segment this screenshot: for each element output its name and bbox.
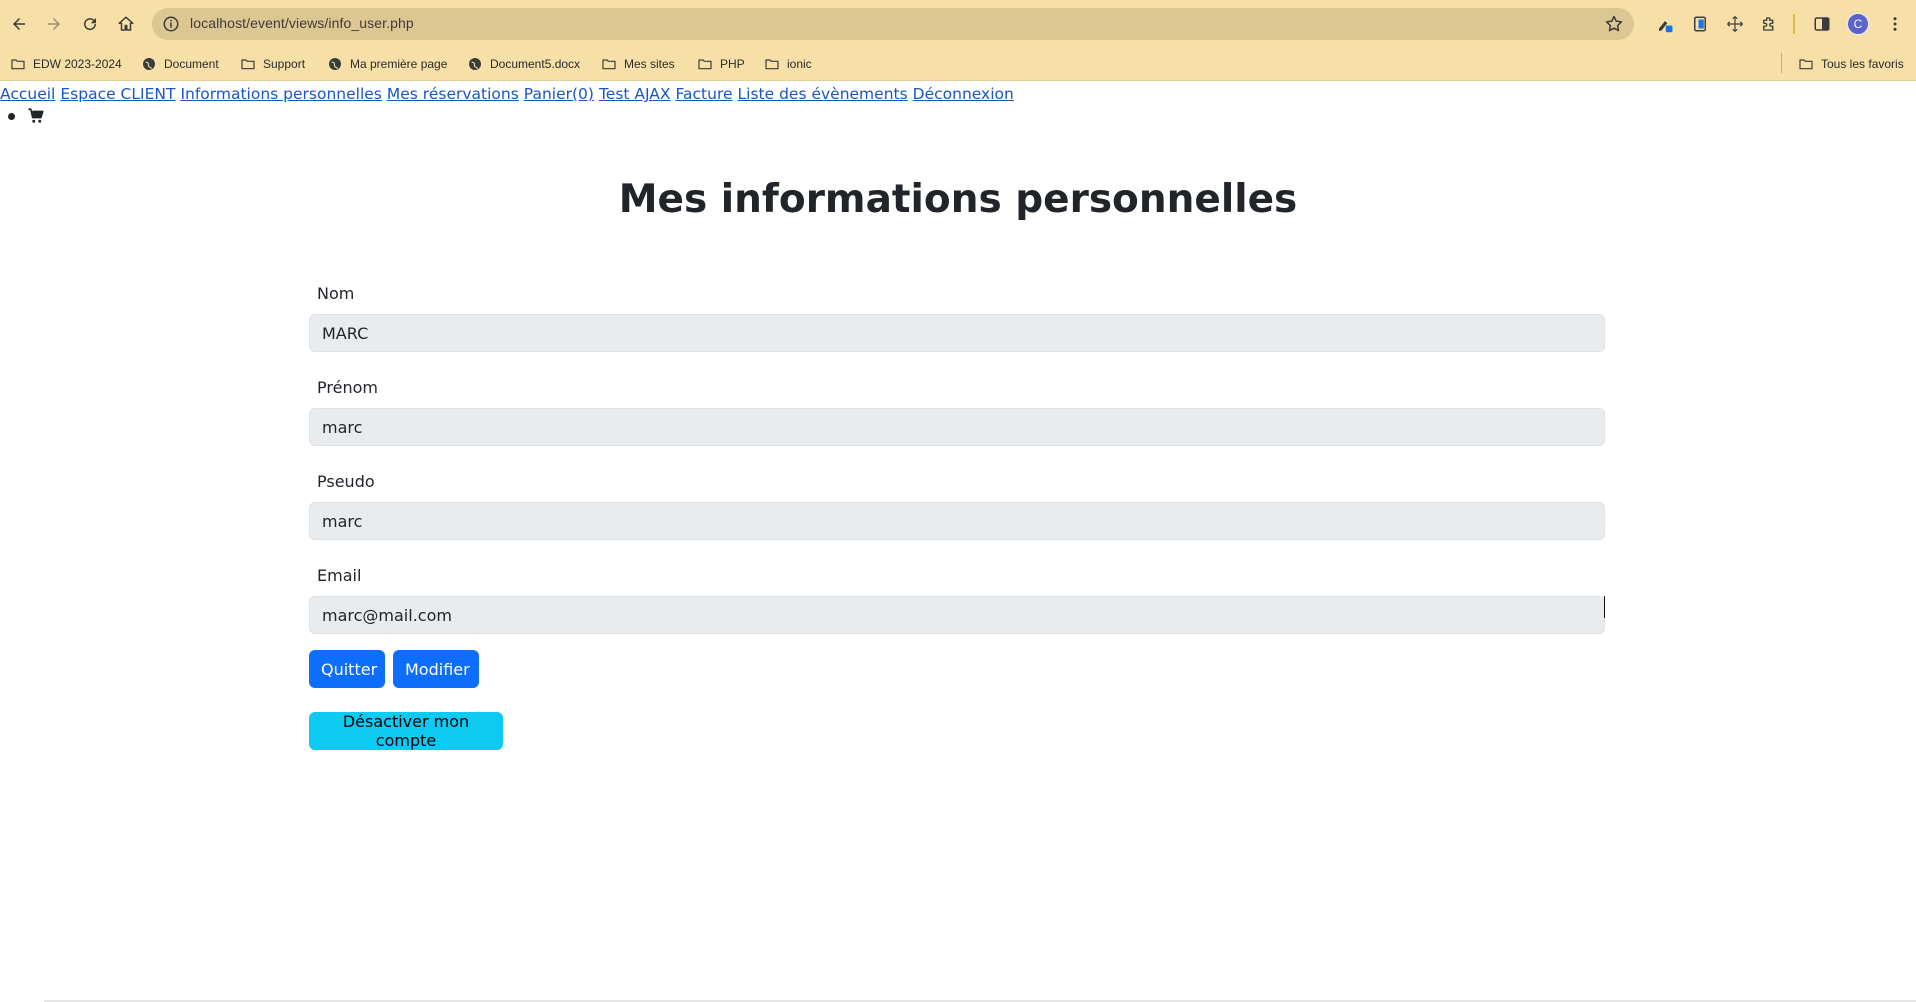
folder-icon (602, 59, 616, 70)
toolbar-separator (1793, 14, 1795, 34)
extensions-puzzle-icon[interactable] (1757, 12, 1781, 36)
folder-icon (1799, 59, 1813, 70)
bookmark-item[interactable]: Ma première page (327, 53, 447, 75)
globe-icon (469, 58, 481, 70)
back-arrow-icon (13, 18, 25, 30)
globe-icon (329, 58, 341, 70)
bookmark-item[interactable]: EDW 2023-2024 (10, 53, 122, 75)
edit-button[interactable]: Modifier (393, 650, 479, 688)
page-title: Mes informations personnelles (618, 177, 1298, 222)
bookmark-item[interactable]: Support (240, 53, 305, 75)
quit-button[interactable]: Quitter (309, 650, 385, 688)
forward-button[interactable] (40, 10, 68, 38)
browser-toolbar: localhost/event/views/info_user.php C (0, 0, 1916, 47)
all-bookmarks-label: Tous les favoris (1821, 57, 1904, 71)
nav-link-espace-client[interactable]: Espace CLIENT (60, 85, 175, 103)
nav-link-test-ajax[interactable]: Test AJAX (599, 85, 671, 103)
nav-link-facture[interactable]: Facture (676, 85, 733, 103)
bookmark-label: Mes sites (624, 57, 675, 71)
bookmark-item[interactable]: Mes sites (601, 53, 675, 75)
bookmark-label: Support (263, 57, 306, 71)
prenom-field[interactable] (309, 408, 1605, 446)
side-panel-icon[interactable] (1810, 12, 1834, 36)
nav-link-liste-evenements[interactable]: Liste des évènements (738, 85, 908, 103)
bookmark-label: Ma première page (350, 57, 448, 71)
folder-icon (698, 59, 712, 70)
bookmark-item[interactable]: Document (141, 53, 219, 75)
bookmark-label: EDW 2023-2024 (33, 57, 122, 71)
profile-avatar[interactable]: C (1847, 13, 1869, 35)
nav-link-informations-personnelles[interactable]: Informations personnelles (180, 85, 381, 103)
address-bar[interactable]: localhost/event/views/info_user.php (152, 8, 1634, 40)
site-nav: Accueil Espace CLIENT Informations personn… (0, 85, 1019, 103)
extension-clipboard-icon[interactable] (1688, 12, 1712, 36)
site-info-icon[interactable] (162, 15, 180, 33)
nav-link-mes-reservations[interactable]: Mes réservations (387, 85, 519, 103)
extension-move-icon[interactable] (1723, 12, 1747, 36)
email-label: Email (317, 566, 362, 585)
bookmark-label: PHP (720, 57, 745, 71)
nav-link-deconnexion[interactable]: Déconnexion (913, 85, 1014, 103)
bookmark-item[interactable]: PHP (697, 53, 745, 75)
nav-link-accueil[interactable]: Accueil (0, 85, 55, 103)
bookmark-label: Document5.docx (490, 57, 581, 71)
prenom-label: Prénom (317, 378, 378, 397)
browser-menu-icon[interactable] (1883, 12, 1907, 36)
list-bullet (8, 112, 15, 120)
all-bookmarks-folder[interactable]: Tous les favoris (1798, 53, 1904, 75)
globe-icon (143, 58, 155, 70)
pseudo-label: Pseudo (317, 472, 375, 491)
reload-button[interactable] (76, 10, 104, 38)
folder-icon (11, 59, 25, 70)
bookmark-item[interactable]: Document5.docx (467, 53, 580, 75)
back-button[interactable] (5, 10, 33, 38)
bookmark-label: Document (164, 57, 219, 71)
deactivate-account-button[interactable]: Désactiver mon compte (309, 712, 503, 750)
cart-list-item (8, 107, 45, 125)
bookmark-item[interactable]: ionic (764, 53, 812, 75)
nom-label: Nom (317, 284, 355, 303)
email-field[interactable] (309, 596, 1605, 634)
nom-field[interactable] (309, 314, 1605, 352)
extension-pen-icon[interactable] (1653, 12, 1677, 36)
cart-icon[interactable] (27, 107, 45, 125)
text-cursor (1604, 596, 1605, 618)
folder-icon (765, 59, 779, 70)
pseudo-field[interactable] (309, 502, 1605, 540)
bookmark-label: ionic (787, 57, 812, 71)
bookmarks-bar: EDW 2023-2024 Document Support Ma premiè… (0, 47, 1916, 81)
url-text: localhost/event/views/info_user.php (190, 15, 414, 31)
home-icon (118, 16, 134, 31)
bookmarks-separator (1781, 53, 1782, 73)
forward-arrow-icon (48, 18, 60, 30)
bookmark-star-icon[interactable] (1604, 14, 1624, 34)
reload-icon (84, 18, 97, 31)
nav-link-panier[interactable]: Panier(0) (524, 85, 594, 103)
folder-icon (241, 59, 255, 70)
home-button[interactable] (112, 10, 140, 38)
